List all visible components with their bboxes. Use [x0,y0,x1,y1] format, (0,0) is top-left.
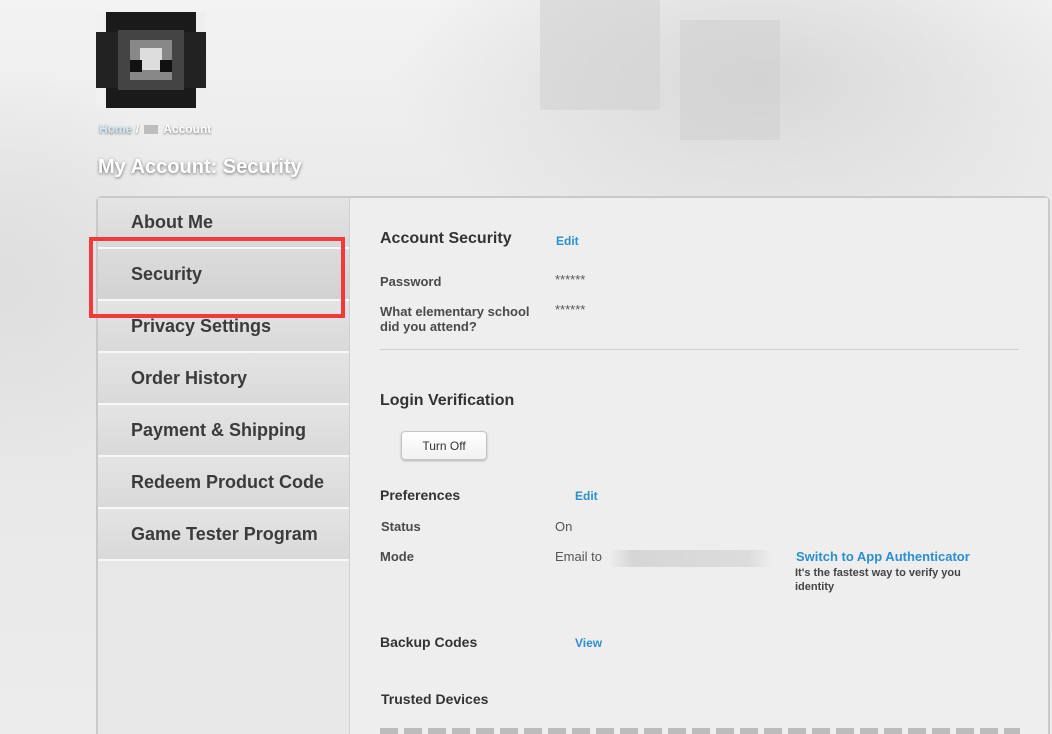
sidebar-item-payment-shipping[interactable]: Payment & Shipping [98,405,349,457]
section-divider [380,349,1019,350]
site-logo [96,12,206,108]
background-shape [680,20,780,140]
backup-codes-view-link[interactable]: View [575,636,602,650]
sidebar-item-redeem-product-code[interactable]: Redeem Product Code [98,457,349,509]
security-question-label-line1: What elementary school [380,304,530,319]
redacted-email [608,550,773,567]
password-value: ****** [555,272,586,287]
switch-to-app-authenticator-link[interactable]: Switch to App Authenticator [796,549,970,564]
security-highlight-box [89,237,345,318]
login-verification-heading: Login Verification [380,392,515,409]
account-security-heading: Account Security [380,230,512,247]
switch-hint-text: It's the fastest way to verify you ident… [795,567,961,593]
account-security-edit-link[interactable]: Edit [556,234,579,248]
sidebar-item-game-tester-program[interactable]: Game Tester Program [98,509,349,561]
backup-codes-heading: Backup Codes [380,634,478,650]
preferences-edit-link[interactable]: Edit [575,489,598,503]
status-value: On [555,519,573,534]
breadcrumb-home-link[interactable]: Home [99,122,132,136]
security-question-label-line2: did you attend? [380,319,477,334]
turn-off-button[interactable]: Turn Off [401,431,487,460]
security-question-value: ****** [555,302,586,317]
trusted-devices-heading: Trusted Devices [381,691,489,707]
preferences-heading: Preferences [380,487,461,503]
security-content [351,198,1048,734]
background-shape [540,0,660,110]
status-label: Status [381,519,421,534]
mode-value: Email to [555,549,602,564]
sidebar-item-order-history[interactable]: Order History [98,353,349,405]
mode-label: Mode [380,549,414,564]
redacted-block [144,125,159,135]
page-title: My Account: Security [98,156,302,178]
breadcrumb-current: Account [163,122,212,136]
trusted-devices-description-cutoff [380,728,1020,734]
breadcrumb: Home / Account [99,122,211,136]
breadcrumb-separator: / [135,122,140,136]
password-label: Password [380,274,442,289]
